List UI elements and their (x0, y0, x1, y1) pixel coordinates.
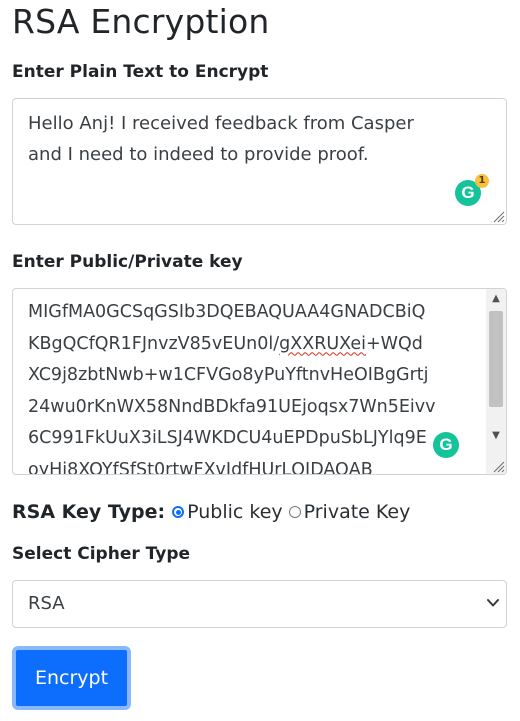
key-label: Enter Public/Private key (12, 252, 243, 272)
key-type-label: RSA Key Type: (12, 501, 166, 523)
key-line-6: oyHi8XOYfSfSt0rtwFXvJdfHUrLQIDAQAB (28, 459, 373, 475)
encrypt-button[interactable]: Encrypt (12, 646, 131, 710)
grammarly-icon[interactable]: G (433, 432, 459, 458)
key-line-4: 24wu0rKnWX58NndBDkfa91UEjoqsx7Wn5Eivv (28, 396, 436, 417)
public-key-radio[interactable] (172, 506, 185, 518)
resize-grip-icon[interactable] (491, 459, 505, 473)
key-textarea[interactable]: MIGfMA0GCSqGSIb3DQEBAQUAA4GNADCBiQ KBgQC… (12, 288, 507, 475)
page-title: RSA Encryption (12, 2, 270, 41)
plain-text-label: Enter Plain Text to Encrypt (12, 62, 269, 82)
resize-grip-icon[interactable] (491, 209, 505, 223)
grammarly-badge: 1 (475, 174, 489, 188)
scroll-thumb[interactable] (489, 311, 503, 407)
chevron-down-icon (487, 599, 499, 607)
key-value: MIGfMA0GCSqGSIb3DQEBAQUAA4GNADCBiQ KBgQC… (28, 297, 490, 475)
spelling-flag: gXXRUXei (279, 333, 367, 354)
plain-text-textarea[interactable]: Hello Anj! I received feedback from Casp… (12, 98, 507, 225)
key-line-2-end: +WQd (366, 333, 423, 354)
cipher-label: Select Cipher Type (12, 544, 191, 564)
private-key-radio[interactable] (288, 506, 301, 518)
key-line-2: KBgQCfQR1FJnvzV85vEUn0l/gXXRUXei+WQd (28, 329, 490, 361)
key-line-3: XC9j8zbtNwb+w1CFVGo8yPuYftnvHeOIBgGrtj (28, 365, 429, 385)
key-line-1: MIGfMA0GCSqGSIb3DQEBAQUAA4GNADCBiQ (28, 302, 426, 322)
plain-text-value: Hello Anj! I received feedback from Casp… (28, 108, 466, 170)
key-line-5: 6C991FkUuX3iLSJ4WKDCU4uEPDpuSbLJYlq9E (28, 428, 427, 448)
plain-text-line-2: and I need to indeed to provide proof. (28, 144, 369, 165)
private-key-label[interactable]: Private Key (304, 501, 411, 523)
scroll-down-icon[interactable]: ▼ (486, 426, 506, 446)
cipher-value: RSA (28, 593, 65, 614)
cipher-select[interactable]: RSA (12, 580, 507, 628)
key-scrollbar[interactable]: ▲ ▼ (486, 289, 506, 474)
scroll-up-icon[interactable]: ▲ (486, 289, 506, 309)
plain-text-line-1: Hello Anj! I received feedback from Casp… (28, 113, 414, 134)
public-key-label[interactable]: Public key (187, 501, 283, 523)
key-line-2-start: KBgQCfQR1FJnvzV85vEUn0l/ (28, 333, 280, 354)
key-type-group: RSA Key Type: Public key Private Key (12, 500, 416, 524)
